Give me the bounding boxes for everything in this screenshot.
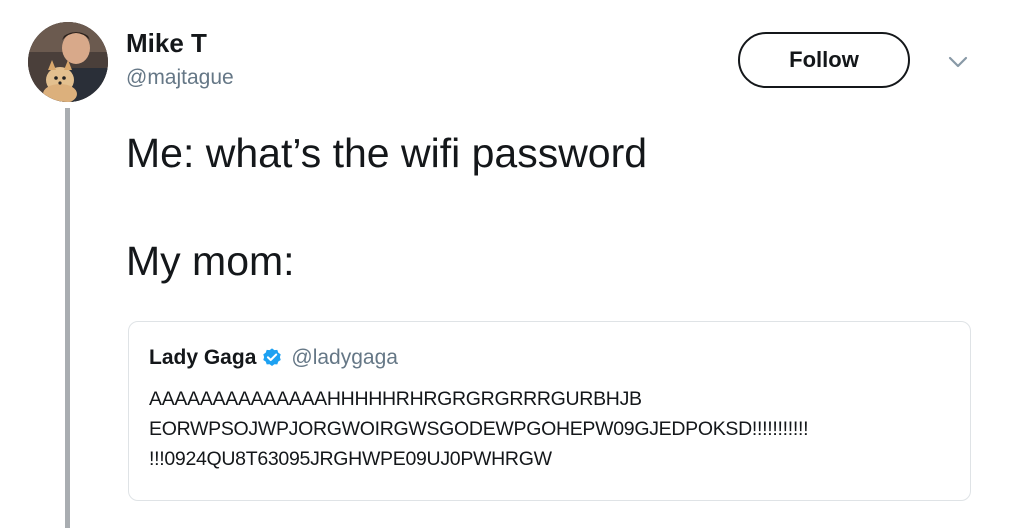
chevron-down-icon[interactable]: [944, 50, 972, 74]
quoted-text-line: !!!0924QU8T63095JRGHWPE09UJ0PWHRGW: [149, 448, 552, 470]
tweet-text-line: Me: what’s the wifi password: [126, 130, 648, 176]
thread-connector-line: [65, 108, 70, 528]
follow-button[interactable]: Follow: [738, 32, 910, 88]
quoted-tweet-header: Lady Gaga @ladygaga: [149, 346, 398, 370]
avatar-photo: [28, 22, 108, 102]
verified-badge-icon: [261, 347, 283, 369]
quoted-author-handle: @ladygaga: [291, 346, 398, 369]
quoted-tweet-card[interactable]: Lady Gaga @ladygaga AAAAAAAAAAAAAAHHHHHR…: [128, 321, 971, 501]
quoted-author-name: Lady Gaga: [149, 346, 257, 369]
quoted-text-line: AAAAAAAAAAAAAAHHHHHRHRGRGRGRRRGURBHJB: [149, 388, 642, 410]
quoted-text-line: EORWPSOJWPJORGWOIRGWSGODEWPGOHEPW09GJEDP…: [149, 418, 809, 440]
quoted-tweet-text: AAAAAAAAAAAAAAHHHHHRHRGRGRGRRRGURBHJB EO…: [149, 384, 809, 474]
avatar[interactable]: [28, 22, 108, 102]
author-handle[interactable]: @majtague: [126, 66, 234, 90]
tweet-text-line: My mom:: [126, 238, 295, 284]
author-name[interactable]: Mike T: [126, 28, 207, 59]
